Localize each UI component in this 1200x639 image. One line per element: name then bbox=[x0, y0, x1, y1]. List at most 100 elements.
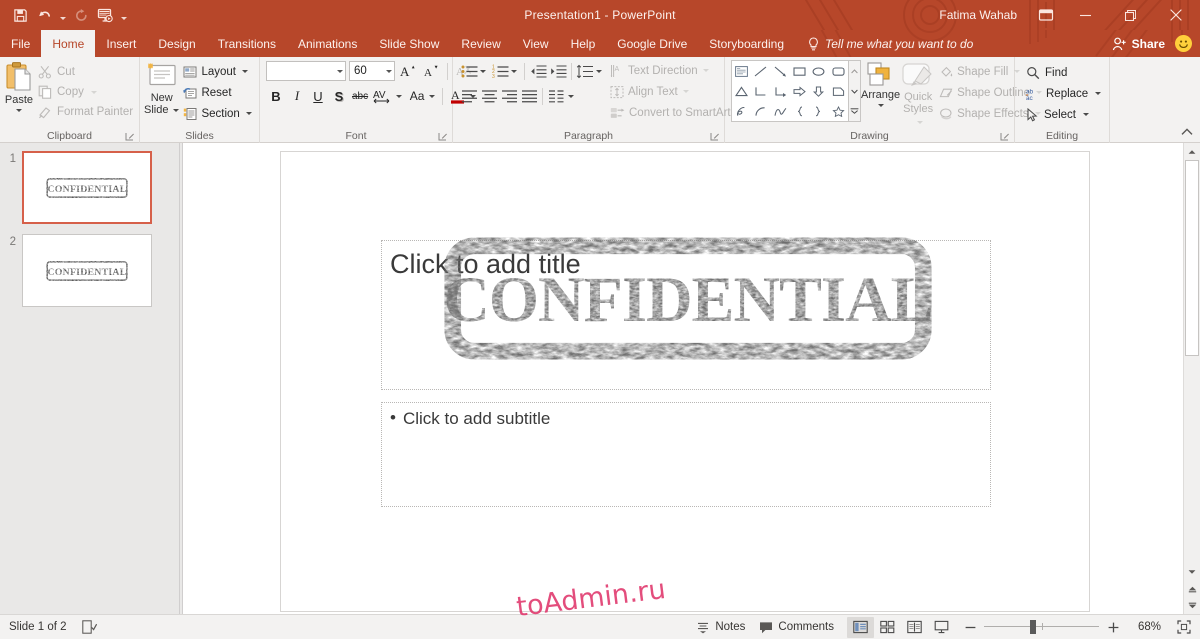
shape-flowchart[interactable] bbox=[829, 81, 848, 101]
notes-button[interactable]: Notes bbox=[689, 617, 752, 638]
save-icon[interactable] bbox=[9, 4, 31, 26]
italic-button[interactable]: I bbox=[287, 86, 307, 106]
copy-button[interactable]: Copy bbox=[34, 82, 137, 102]
change-case-dropdown-icon[interactable] bbox=[429, 94, 436, 98]
shape-oval[interactable] bbox=[809, 61, 828, 81]
text-direction-dropdown-icon[interactable] bbox=[702, 69, 709, 72]
font-size-dropdown-icon[interactable] bbox=[386, 69, 392, 73]
account-name[interactable]: Fatima Wahab bbox=[939, 8, 1017, 22]
tab-google-drive[interactable]: Google Drive bbox=[606, 30, 698, 57]
restore-icon[interactable] bbox=[1108, 0, 1153, 30]
customize-quick-access-toolbar-icon[interactable] bbox=[118, 4, 129, 26]
font-size-combobox[interactable] bbox=[349, 61, 395, 81]
shape-elbow-arrow[interactable] bbox=[771, 81, 790, 101]
slide-sorter-view-button[interactable] bbox=[874, 617, 901, 638]
slide-thumbnail-2[interactable]: CONFIDENTIAL bbox=[22, 234, 152, 307]
text-shadow-button[interactable]: S bbox=[329, 86, 349, 106]
minimize-icon[interactable] bbox=[1063, 0, 1108, 30]
undo-icon[interactable] bbox=[33, 4, 55, 26]
tab-storyboarding[interactable]: Storyboarding bbox=[698, 30, 795, 57]
numbering-button[interactable]: 1 2 3 bbox=[490, 61, 510, 81]
columns-dropdown-icon[interactable] bbox=[568, 94, 574, 98]
slide-show-view-button[interactable] bbox=[928, 617, 955, 638]
align-center-button[interactable] bbox=[479, 86, 499, 106]
shape-arc[interactable] bbox=[751, 101, 770, 121]
tab-animations[interactable]: Animations bbox=[287, 30, 368, 57]
feedback-smiley-icon[interactable] bbox=[1175, 35, 1192, 52]
align-text-dropdown-icon[interactable] bbox=[682, 90, 689, 93]
strikethrough-button[interactable]: abc bbox=[350, 86, 370, 106]
collapse-ribbon-button[interactable] bbox=[1179, 124, 1195, 140]
align-left-button[interactable] bbox=[459, 86, 479, 106]
shape-star[interactable] bbox=[829, 101, 848, 121]
quick-styles-dropdown-icon[interactable] bbox=[916, 121, 923, 124]
decrease-indent-button[interactable] bbox=[528, 61, 548, 81]
bold-button[interactable]: B bbox=[266, 86, 286, 106]
convert-to-smartart-button[interactable]: Convert to SmartArt bbox=[607, 102, 745, 123]
tab-slide-show[interactable]: Slide Show bbox=[368, 30, 450, 57]
previous-slide-icon[interactable] bbox=[1184, 580, 1200, 597]
fit-to-window-button[interactable] bbox=[1172, 617, 1196, 637]
font-name-combobox[interactable] bbox=[266, 61, 346, 81]
tab-review[interactable]: Review bbox=[450, 30, 511, 57]
increase-font-size-button[interactable]: A bbox=[398, 61, 418, 81]
quick-styles-button[interactable]: Quick Styles bbox=[900, 60, 936, 127]
clipboard-dialog-launcher-icon[interactable] bbox=[125, 132, 135, 142]
shape-rectangle[interactable] bbox=[790, 61, 809, 81]
columns-button[interactable] bbox=[546, 86, 566, 106]
font-name-dropdown-icon[interactable] bbox=[337, 69, 343, 73]
character-spacing-dropdown-icon[interactable] bbox=[396, 94, 403, 98]
shape-right-arrow[interactable] bbox=[790, 81, 809, 101]
tab-home[interactable]: Home bbox=[41, 30, 96, 57]
comments-button[interactable]: Comments bbox=[752, 617, 841, 638]
bullets-button[interactable] bbox=[459, 61, 479, 81]
font-dialog-launcher-icon[interactable] bbox=[438, 132, 448, 142]
shape-elbow-connector[interactable] bbox=[751, 81, 770, 101]
line-spacing-button[interactable] bbox=[575, 61, 595, 81]
accessibility-checker-button[interactable] bbox=[75, 617, 104, 638]
tell-me-search[interactable]: Tell me what you want to do bbox=[795, 30, 983, 57]
slideshow-icon[interactable] bbox=[94, 4, 116, 26]
shape-arrow-line[interactable] bbox=[771, 61, 790, 81]
zoom-in-button[interactable] bbox=[1106, 618, 1120, 636]
arrange-button[interactable]: Arrange bbox=[861, 60, 900, 107]
shape-left-brace[interactable] bbox=[790, 101, 809, 121]
zoom-slider-handle[interactable] bbox=[1030, 620, 1036, 634]
decrease-font-size-button[interactable]: A bbox=[421, 61, 441, 81]
font-name-input[interactable] bbox=[271, 65, 335, 77]
numbering-dropdown-icon[interactable] bbox=[511, 69, 517, 73]
shape-down-arrow[interactable] bbox=[809, 81, 828, 101]
replace-button[interactable]: ab ac Replace bbox=[1021, 83, 1106, 104]
increase-indent-button[interactable] bbox=[548, 61, 568, 81]
zoom-level[interactable]: 68% bbox=[1127, 621, 1161, 633]
shapes-scroll-down-icon[interactable] bbox=[849, 81, 860, 101]
character-spacing-button[interactable]: AV bbox=[371, 86, 394, 106]
new-slide-button[interactable]: New Slide bbox=[144, 60, 180, 116]
reading-view-button[interactable] bbox=[901, 617, 928, 638]
arrange-dropdown-icon[interactable] bbox=[877, 104, 884, 107]
shapes-scroll-up-icon[interactable] bbox=[849, 61, 860, 81]
share-button[interactable]: Share bbox=[1108, 37, 1169, 51]
undo-dropdown-icon[interactable] bbox=[57, 4, 68, 26]
tab-help[interactable]: Help bbox=[560, 30, 607, 57]
shape-right-brace[interactable] bbox=[809, 101, 828, 121]
shape-line[interactable] bbox=[751, 61, 770, 81]
shape-freeform[interactable] bbox=[732, 101, 751, 121]
ribbon-display-options-icon[interactable] bbox=[1029, 0, 1063, 30]
zoom-out-button[interactable] bbox=[963, 618, 977, 636]
redo-icon[interactable] bbox=[70, 4, 92, 26]
section-dropdown-icon[interactable] bbox=[245, 112, 252, 115]
scrollbar-track[interactable] bbox=[1184, 160, 1200, 563]
confidential-watermark-image[interactable]: CONFIDENTIAL bbox=[443, 237, 933, 360]
drawing-dialog-launcher-icon[interactable] bbox=[1000, 132, 1010, 142]
layout-dropdown-icon[interactable] bbox=[242, 70, 248, 73]
align-text-button[interactable]: Align Text bbox=[607, 81, 745, 102]
shape-rounded-rectangle[interactable] bbox=[829, 61, 848, 81]
paragraph-dialog-launcher-icon[interactable] bbox=[710, 132, 720, 142]
shapes-gallery[interactable] bbox=[731, 60, 849, 122]
vertical-scrollbar[interactable] bbox=[1183, 143, 1200, 614]
text-direction-button[interactable]: A Text Direction bbox=[607, 60, 745, 81]
justify-button[interactable] bbox=[519, 86, 539, 106]
replace-dropdown-icon[interactable] bbox=[1095, 92, 1102, 95]
layout-button[interactable]: Layout bbox=[179, 61, 255, 82]
